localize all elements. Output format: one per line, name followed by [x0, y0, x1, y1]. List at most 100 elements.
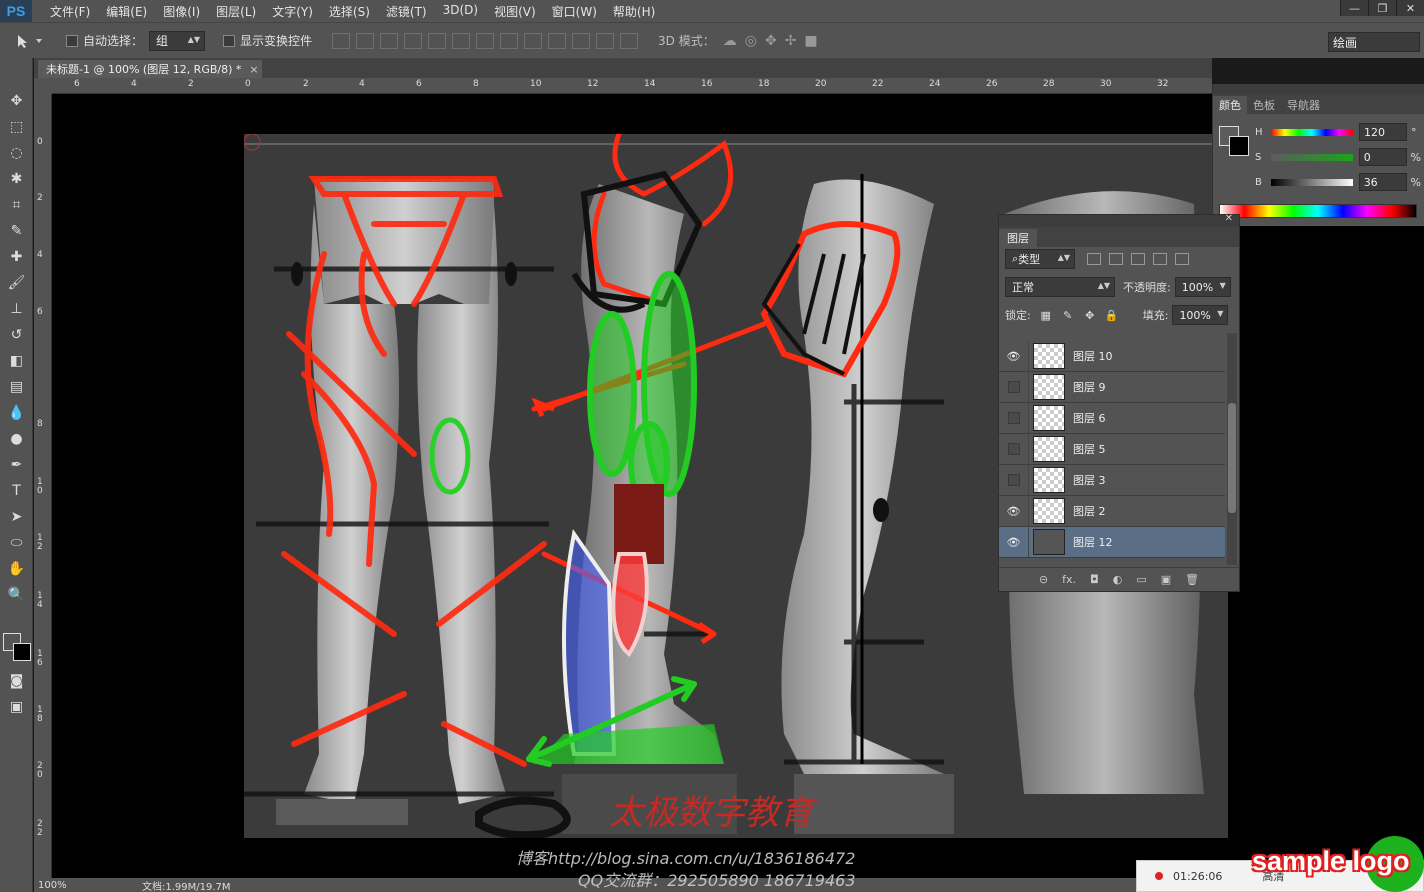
filter-pixel-icon[interactable] — [1087, 253, 1101, 265]
move-tool-preset-icon[interactable] — [14, 27, 54, 55]
tab-color[interactable]: 颜色 — [1213, 96, 1247, 114]
align-top-icon[interactable] — [332, 32, 351, 49]
auto-align-icon[interactable] — [620, 32, 639, 49]
visibility-eye-icon[interactable] — [999, 464, 1029, 496]
scrollbar-thumb[interactable] — [1228, 403, 1236, 513]
tab-navigator[interactable]: 导航器 — [1281, 96, 1326, 114]
gradient-tool-icon[interactable]: ▤ — [0, 374, 33, 400]
menu-item[interactable]: 3D(D) — [435, 3, 486, 20]
menu-item[interactable]: 图层(L) — [208, 3, 264, 20]
layer-row[interactable]: 👁 图层 12 — [999, 526, 1225, 558]
pen-tool-icon[interactable]: ✒ — [0, 452, 33, 478]
new-layer-icon[interactable]: ▣ — [1161, 573, 1171, 586]
distribute-hcenter-icon[interactable] — [572, 32, 591, 49]
color-swatches[interactable] — [3, 633, 33, 663]
clone-stamp-icon[interactable]: ⊥ — [0, 296, 33, 322]
eyedropper-icon[interactable]: ✎ — [0, 218, 33, 244]
lock-position-icon[interactable]: ✥ — [1083, 308, 1097, 322]
filter-smart-object-icon[interactable] — [1175, 253, 1189, 265]
layer-row[interactable]: 图层 3 — [999, 464, 1225, 496]
layers-scrollbar[interactable] — [1227, 333, 1237, 565]
filter-adjustment-icon[interactable] — [1109, 253, 1123, 265]
layer-style-icon[interactable]: fx. — [1062, 573, 1076, 586]
visibility-eye-icon[interactable]: 👁 — [999, 340, 1029, 372]
layer-row[interactable]: 图层 9 — [999, 371, 1225, 403]
restore-button[interactable]: ❐ — [1368, 0, 1396, 16]
color-panel-swatches[interactable] — [1219, 126, 1253, 160]
layer-row[interactable]: 图层 5 — [999, 433, 1225, 465]
tab-swatches[interactable]: 色板 — [1247, 96, 1281, 114]
rotate-3d-icon[interactable]: ☁ — [723, 33, 737, 49]
hue-slider[interactable] — [1271, 128, 1353, 136]
menu-item[interactable]: 滤镜(T) — [378, 3, 435, 20]
align-hcenter-icon[interactable] — [428, 32, 447, 49]
delete-layer-icon[interactable]: 🗑 — [1185, 573, 1199, 586]
zoom-level[interactable]: 100% — [34, 880, 74, 891]
visibility-eye-icon[interactable]: 👁 — [999, 526, 1029, 558]
layer-row[interactable]: 图层 6 — [999, 402, 1225, 434]
drag-3d-icon[interactable]: ✥ — [765, 33, 777, 49]
menu-item[interactable]: 文字(Y) — [264, 3, 321, 20]
color-spectrum[interactable] — [1219, 204, 1417, 218]
lock-image-icon[interactable]: ✎ — [1061, 308, 1075, 322]
align-bottom-icon[interactable] — [380, 32, 399, 49]
visibility-eye-icon[interactable] — [999, 402, 1029, 434]
eraser-icon[interactable]: ◧ — [0, 348, 33, 374]
marquee-tool-icon[interactable]: ⬚ — [0, 114, 33, 140]
brush-tool-icon[interactable]: 🖌 — [0, 270, 33, 296]
opacity-input[interactable]: 100% ▼ — [1174, 277, 1231, 297]
crop-tool-icon[interactable]: ⌗ — [0, 192, 33, 218]
close-window-button[interactable]: ✕ — [1396, 0, 1424, 16]
history-brush-icon[interactable]: ↺ — [0, 322, 33, 348]
lock-transparent-icon[interactable]: ▦ — [1039, 308, 1053, 322]
brightness-slider[interactable] — [1270, 178, 1353, 186]
menu-item[interactable]: 窗口(W) — [544, 3, 605, 20]
dodge-tool-icon[interactable]: ● — [0, 426, 33, 452]
menu-item[interactable]: 视图(V) — [486, 3, 544, 20]
vertical-ruler[interactable]: 0 2 4 6 8 10 12 14 16 18 20 22 — [34, 94, 52, 878]
background-color-swatch[interactable] — [13, 643, 31, 661]
tab-layers[interactable]: 图层 — [999, 229, 1037, 247]
menu-item[interactable]: 选择(S) — [321, 3, 378, 20]
roll-3d-icon[interactable]: ◎ — [745, 33, 757, 49]
layer-row[interactable]: 👁 图层 10 — [999, 340, 1225, 372]
slide-3d-icon[interactable]: ✢ — [785, 33, 797, 49]
blend-mode-dropdown[interactable]: 正常 ▲▼ — [1005, 277, 1115, 297]
filter-type-icon[interactable] — [1131, 253, 1145, 265]
ellipse-tool-icon[interactable]: ⬭ — [0, 530, 33, 556]
horizontal-ruler[interactable]: 6 4 2 0 2 4 6 8 10 12 14 16 18 20 22 24 26 28 30 32 — [52, 78, 1212, 94]
close-tab-icon[interactable]: × — [249, 63, 258, 76]
lock-all-icon[interactable]: 🔒 — [1105, 308, 1119, 322]
align-vcenter-icon[interactable] — [356, 32, 375, 49]
minimize-button[interactable]: — — [1340, 0, 1368, 16]
saturation-input[interactable]: 0 — [1358, 148, 1407, 166]
scale-3d-icon[interactable]: ■ — [804, 33, 817, 49]
menu-item[interactable]: 帮助(H) — [605, 3, 663, 20]
workspace-dropdown[interactable]: 绘画 — [1328, 32, 1420, 52]
new-group-icon[interactable]: ▭ — [1136, 573, 1146, 586]
show-transform-checkbox[interactable]: 显示变换控件 — [223, 32, 312, 49]
distribute-right-icon[interactable] — [596, 32, 615, 49]
blur-tool-icon[interactable]: 💧 — [0, 400, 33, 426]
magic-wand-icon[interactable]: ✱ — [0, 166, 33, 192]
hue-input[interactable]: 120 — [1359, 123, 1407, 141]
close-panel-icon[interactable]: ✕ — [1225, 213, 1233, 224]
zoom-tool-icon[interactable]: 🔍 — [0, 582, 33, 608]
auto-select-checkbox[interactable]: 自动选择： — [66, 32, 143, 49]
align-right-icon[interactable] — [452, 32, 471, 49]
brightness-input[interactable]: 36 — [1358, 173, 1407, 191]
adjustment-layer-icon[interactable]: ◐ — [1113, 573, 1123, 586]
distribute-vcenter-icon[interactable] — [500, 32, 519, 49]
move-tool-icon[interactable]: ✥ — [0, 88, 33, 114]
visibility-eye-icon[interactable] — [999, 371, 1029, 403]
link-layers-icon[interactable]: ⊝ — [1039, 573, 1048, 586]
healing-brush-icon[interactable]: ✚ — [0, 244, 33, 270]
fill-input[interactable]: 100% ▼ — [1172, 305, 1229, 325]
layer-row[interactable]: 👁 图层 2 — [999, 495, 1225, 527]
visibility-eye-icon[interactable] — [999, 433, 1029, 465]
align-left-icon[interactable] — [404, 32, 423, 49]
hand-tool-icon[interactable]: ✋ — [0, 556, 33, 582]
bg-color-chip[interactable] — [1229, 136, 1249, 156]
lasso-tool-icon[interactable]: ◌ — [0, 140, 33, 166]
filter-shape-icon[interactable] — [1153, 253, 1167, 265]
